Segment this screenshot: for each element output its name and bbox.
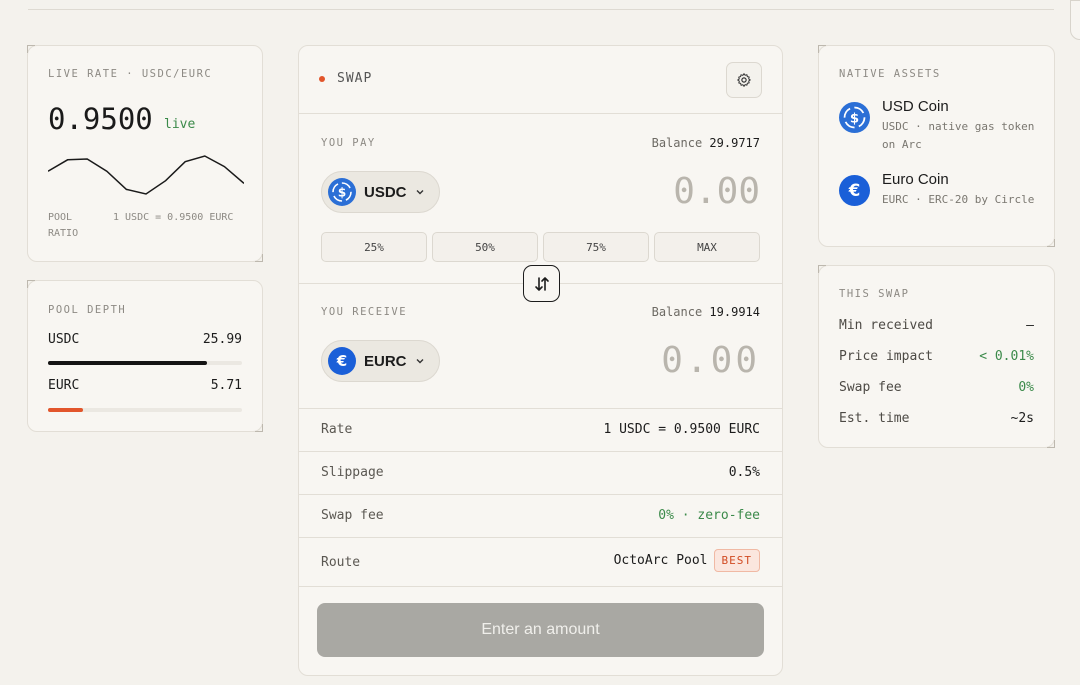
swap-title: SWAP (337, 71, 373, 86)
percent-buttons: 25% 50% 75% MAX (321, 232, 760, 262)
depth-bar-eurc (48, 408, 242, 412)
summary-row: Min received — (839, 318, 1034, 333)
depth-token: EURC (48, 378, 80, 393)
depth-token: USDC (48, 332, 80, 347)
settings-button[interactable] (726, 62, 762, 98)
summary-value: < 0.01% (979, 349, 1034, 364)
top-divider (28, 9, 1054, 10)
live-status: live (164, 117, 196, 132)
detail-key: Slippage (321, 465, 384, 480)
detail-row-slippage[interactable]: Slippage 0.5% (299, 451, 782, 494)
status-dot (319, 76, 325, 82)
chevron-down-icon (416, 359, 424, 364)
live-rate-card: LIVE RATE · USDC/EURC 0.9500 live POOL R… (27, 45, 263, 262)
svg-text:€: € (336, 352, 347, 370)
native-assets-label: NATIVE ASSETS (839, 68, 941, 80)
flip-direction-button[interactable] (523, 265, 560, 302)
pay-amount-input[interactable]: 0.00 (673, 171, 760, 212)
detail-row-route: Route OctoArc Pool BEST (299, 537, 782, 587)
swap-arrows-icon (534, 276, 549, 291)
you-receive-label: YOU RECEIVE (321, 306, 408, 318)
summary-row: Price impact < 0.01% (839, 349, 1034, 364)
pool-depth-label: POOL DEPTH (48, 304, 127, 316)
route-name: OctoArc Pool (613, 553, 708, 568)
detail-value: 0% · zero-fee (658, 508, 760, 523)
chevron-down-icon (416, 190, 424, 195)
asset-desc: EURC · ERC-20 by Circle (882, 193, 1035, 206)
asset-name: Euro Coin (882, 171, 949, 188)
summary-value: 0% (1018, 380, 1034, 395)
pct-25-button[interactable]: 25% (321, 232, 427, 262)
this-swap-label: THIS SWAP (839, 288, 910, 300)
swap-header: SWAP (299, 46, 782, 114)
rate-sparkline (48, 155, 244, 195)
best-badge: BEST (713, 549, 760, 572)
pay-token-selector[interactable]: $ USDC (321, 171, 440, 213)
pct-max-button[interactable]: MAX (654, 232, 760, 262)
pool-ratio-label: POOL RATIO (48, 212, 79, 239)
summary-row: Swap fee 0% (839, 380, 1034, 395)
live-rate-value: 0.9500 (48, 102, 153, 136)
pct-75-button[interactable]: 75% (543, 232, 649, 262)
receive-token-name: EURC (364, 352, 407, 370)
svg-text:$: $ (850, 111, 859, 126)
balance-value: 19.9914 (709, 305, 760, 319)
depth-value: 5.71 (210, 378, 242, 393)
summary-key: Est. time (839, 411, 910, 426)
pct-50-button[interactable]: 50% (432, 232, 538, 262)
summary-key: Price impact (839, 349, 933, 364)
receive-balance: Balance 19.9914 (652, 305, 760, 319)
summary-key: Min received (839, 318, 933, 333)
submit-swap-button[interactable]: Enter an amount (317, 603, 764, 657)
svg-text:€: € (848, 181, 861, 200)
summary-key: Swap fee (839, 380, 902, 395)
swap-card: SWAP YOU PAY Balance 29.9717 $ USDC 0.00… (298, 45, 783, 676)
detail-value: 1 USDC = 0.9500 EURC (603, 422, 760, 437)
detail-key: Swap fee (321, 508, 384, 523)
detail-value: 0.5% (728, 465, 760, 480)
summary-value: ~2s (1010, 411, 1034, 426)
usdc-icon: $ (328, 178, 356, 206)
summary-value: — (1026, 318, 1034, 333)
this-swap-card: THIS SWAP Min received — Price impact < … (818, 265, 1055, 448)
you-pay-label: YOU PAY (321, 137, 376, 149)
live-rate-label: LIVE RATE · USDC/EURC (48, 68, 213, 80)
asset-desc: USDC · native gas token on Arc (882, 120, 1035, 151)
route-value: OctoArc Pool BEST (614, 549, 760, 572)
depth-bar-fill (48, 361, 208, 365)
receive-amount: 0.00 (661, 340, 760, 381)
corner-tab (1070, 0, 1080, 40)
usdc-icon: $ (839, 102, 870, 133)
eurc-icon: € (839, 175, 870, 206)
pool-ratio-value: 1 USDC = 0.9500 EURC (113, 212, 234, 223)
pay-token-name: USDC (364, 183, 407, 201)
pool-depth-card: POOL DEPTH USDC 25.99 EURC 5.71 (27, 280, 263, 432)
depth-bar-fill (48, 408, 83, 412)
depth-bar-usdc (48, 361, 242, 365)
balance-label: Balance (651, 305, 703, 319)
detail-row-rate: Rate 1 USDC = 0.9500 EURC (299, 408, 782, 451)
summary-row: Est. time ~2s (839, 411, 1034, 426)
depth-row-usdc: USDC 25.99 (48, 332, 242, 347)
balance-value: 29.9717 (709, 136, 760, 150)
detail-key: Rate (321, 422, 353, 437)
detail-key: Route (321, 555, 361, 570)
depth-row-eurc: EURC 5.71 (48, 378, 242, 393)
asset-name: USD Coin (882, 98, 949, 115)
balance-label: Balance (651, 136, 703, 150)
svg-text:$: $ (338, 186, 346, 200)
native-assets-card: NATIVE ASSETS $ USD Coin USDC · native g… (818, 45, 1055, 247)
detail-row-fee: Swap fee 0% · zero-fee (299, 494, 782, 537)
pay-balance: Balance 29.9717 (652, 136, 760, 150)
depth-value: 25.99 (202, 332, 242, 347)
eurc-icon: € (328, 347, 356, 375)
gear-icon (737, 73, 751, 87)
receive-token-selector[interactable]: € EURC (321, 340, 440, 382)
